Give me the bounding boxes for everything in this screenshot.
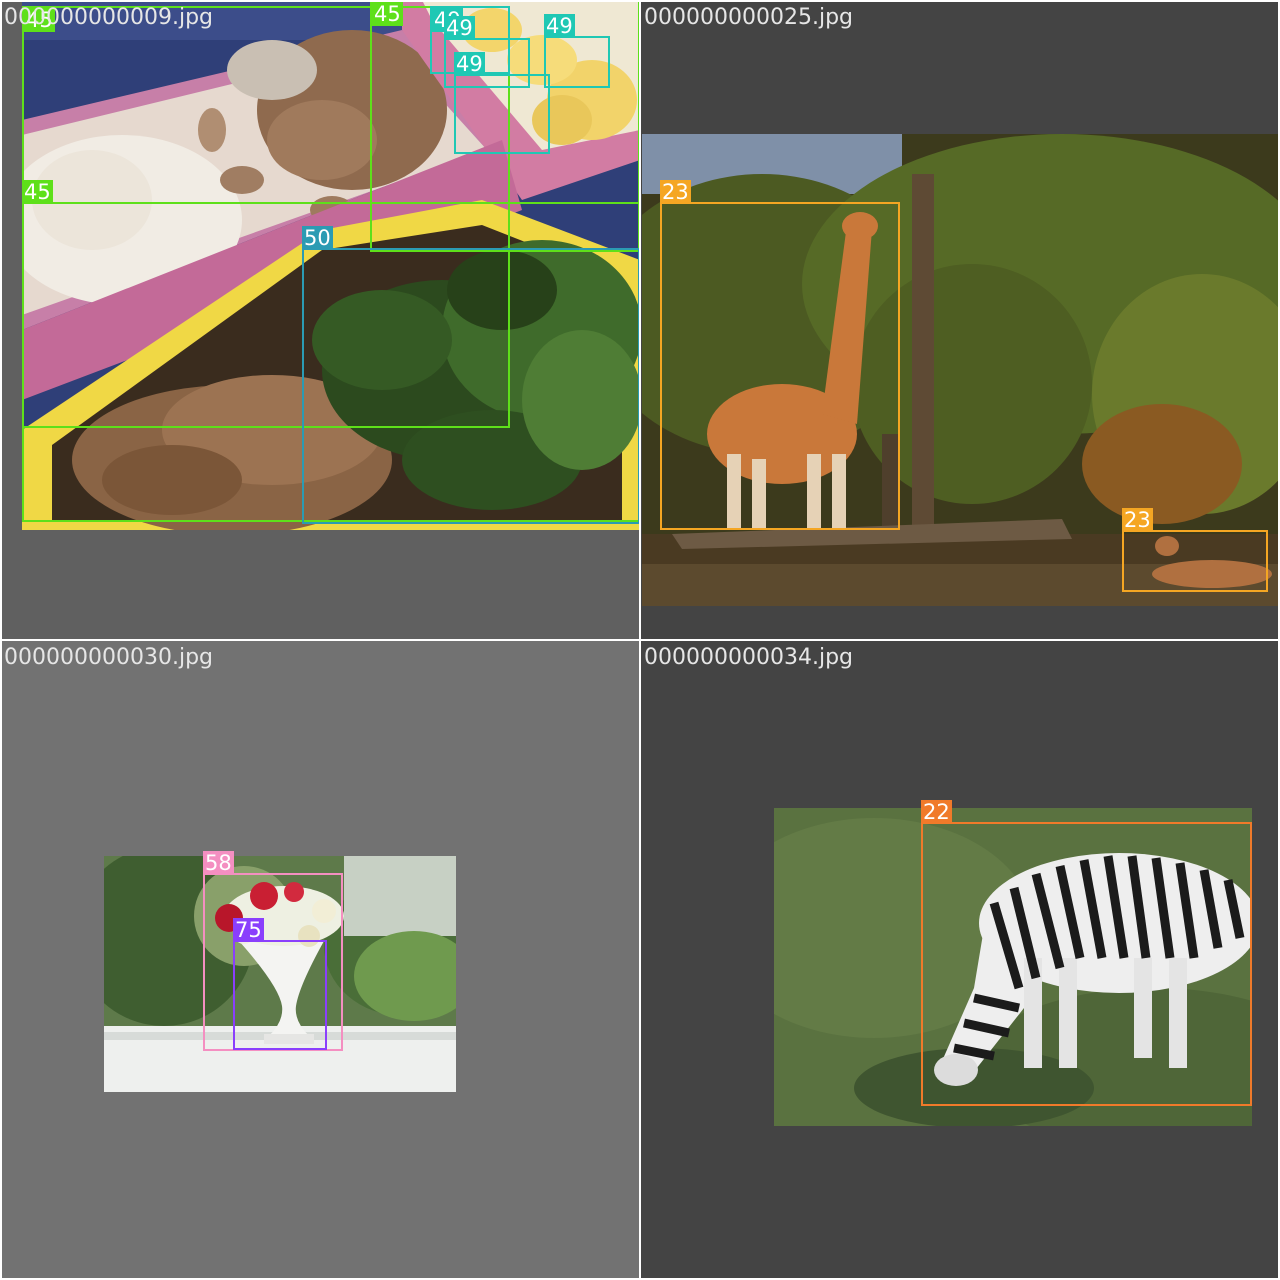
grid-border-top	[0, 0, 1280, 2]
class-label: 58	[203, 851, 234, 875]
image-filename: 000000000034.jpg	[644, 645, 853, 670]
class-label: 49	[544, 14, 575, 38]
detection-box[interactable]: 49	[454, 52, 550, 154]
image-filename: 000000000025.jpg	[644, 5, 853, 30]
tile-000000000025[interactable]: 23 23 000000000025.jpg	[640, 0, 1280, 640]
grid-divider-horizontal	[0, 639, 1280, 641]
class-label: 50	[302, 226, 333, 250]
class-label: 22	[921, 800, 952, 824]
detection-box[interactable]: 75	[233, 918, 327, 1050]
grid-border-left	[0, 0, 2, 1280]
detection-mosaic: 45 45 45 49 49 49 49 50 000000000009.jpg	[0, 0, 1280, 1280]
tile-000000000030[interactable]: 58 75 000000000030.jpg	[0, 640, 640, 1280]
tile-000000000009[interactable]: 45 45 45 49 49 49 49 50 000000000009.jpg	[0, 0, 640, 640]
detection-box[interactable]: 23	[660, 180, 900, 530]
detection-box[interactable]: 49	[544, 14, 610, 88]
image-filename: 000000000009.jpg	[4, 5, 213, 30]
class-label: 45	[372, 2, 403, 26]
image-filename: 000000000030.jpg	[4, 645, 213, 670]
detection-box[interactable]: 50	[302, 226, 640, 524]
detection-box[interactable]: 22	[921, 800, 1252, 1106]
class-label: 49	[444, 16, 475, 40]
tile-000000000034[interactable]: 22 000000000034.jpg	[640, 640, 1280, 1280]
class-label: 49	[454, 52, 485, 76]
class-label: 23	[1122, 508, 1153, 532]
detection-box[interactable]: 23	[1122, 508, 1268, 592]
class-label: 75	[233, 918, 264, 942]
class-label: 23	[660, 180, 691, 204]
class-label: 45	[22, 180, 53, 204]
